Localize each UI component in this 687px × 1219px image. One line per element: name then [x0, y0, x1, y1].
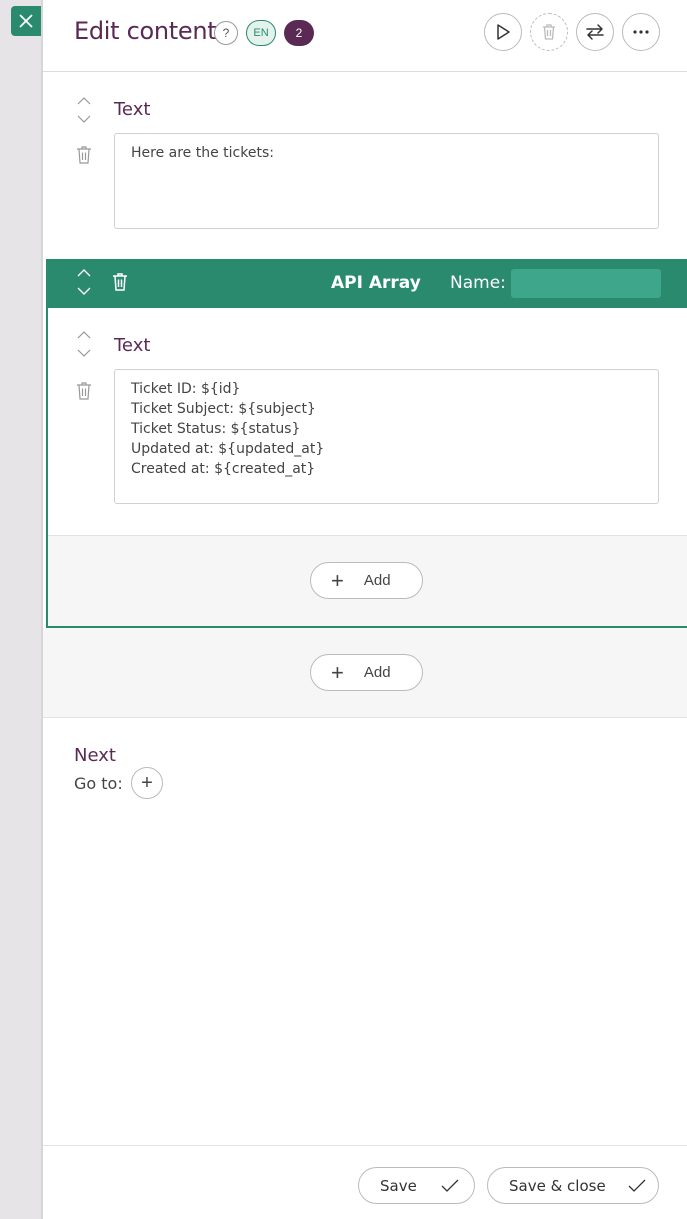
trash-icon: [543, 24, 555, 40]
save-close-label: Save & close: [509, 1176, 606, 1195]
more-button[interactable]: [622, 13, 660, 51]
trash-icon: [77, 382, 91, 400]
panel-header: Edit content ? EN 2: [43, 0, 687, 72]
add-block-button[interactable]: + Add: [310, 654, 423, 691]
language-badge[interactable]: EN: [246, 20, 276, 46]
page-title: Edit content: [74, 17, 217, 45]
block-label: Text: [114, 99, 151, 120]
save-label: Save: [380, 1176, 417, 1195]
trash-icon: [113, 273, 127, 291]
api-array-title: API Array: [331, 273, 421, 293]
add-block-button[interactable]: + Add: [310, 562, 423, 599]
count-badge[interactable]: 2: [284, 20, 314, 46]
help-button[interactable]: ?: [214, 21, 238, 45]
add-label: Add: [363, 664, 391, 681]
close-icon: [19, 14, 33, 28]
text-input[interactable]: Here are the tickets:: [114, 133, 659, 229]
reorder-handle[interactable]: [75, 96, 93, 126]
plus-icon: +: [331, 659, 344, 685]
delete-button[interactable]: [530, 13, 568, 51]
api-array-add-area: + Add: [48, 535, 687, 626]
goto-label: Go to:: [74, 774, 123, 793]
check-icon: [628, 1179, 646, 1192]
plus-icon: +: [141, 771, 153, 794]
next-section-title: Next: [74, 745, 116, 766]
check-icon: [441, 1179, 459, 1192]
plus-icon: +: [331, 567, 344, 593]
outer-add-area: + Add: [43, 628, 687, 718]
name-label: Name:: [450, 273, 506, 293]
close-panel-button[interactable]: [11, 6, 41, 36]
swap-icon: [586, 24, 604, 40]
delete-block-button[interactable]: [75, 145, 93, 165]
delete-api-array-button[interactable]: [111, 272, 129, 292]
trash-icon: [77, 146, 91, 164]
block-label: Text: [114, 335, 151, 356]
api-array-body: Text Ticket ID: ${id} Ticket Subject: ${…: [46, 308, 687, 628]
reorder-handle[interactable]: [75, 268, 93, 298]
edit-content-panel: Edit content ? EN 2 Text Here are the ti…: [41, 0, 687, 1219]
play-icon: [497, 24, 510, 40]
reorder-handle[interactable]: [75, 330, 93, 360]
play-button[interactable]: [484, 13, 522, 51]
up-down-chevron-icon: [77, 331, 91, 357]
up-down-chevron-icon: [77, 269, 91, 295]
swap-button[interactable]: [576, 13, 614, 51]
save-button[interactable]: Save: [358, 1167, 475, 1204]
name-input[interactable]: [511, 269, 661, 298]
text-input[interactable]: Ticket ID: ${id} Ticket Subject: ${subje…: [114, 369, 659, 504]
up-down-chevron-icon: [77, 97, 91, 123]
add-label: Add: [363, 572, 391, 589]
delete-block-button[interactable]: [75, 381, 93, 401]
save-and-close-button[interactable]: Save & close: [487, 1167, 659, 1204]
more-icon: [633, 30, 649, 34]
api-array-header: API Array Name:: [46, 259, 687, 308]
panel-footer: Save Save & close: [43, 1145, 687, 1219]
goto-add-button[interactable]: +: [131, 767, 163, 799]
